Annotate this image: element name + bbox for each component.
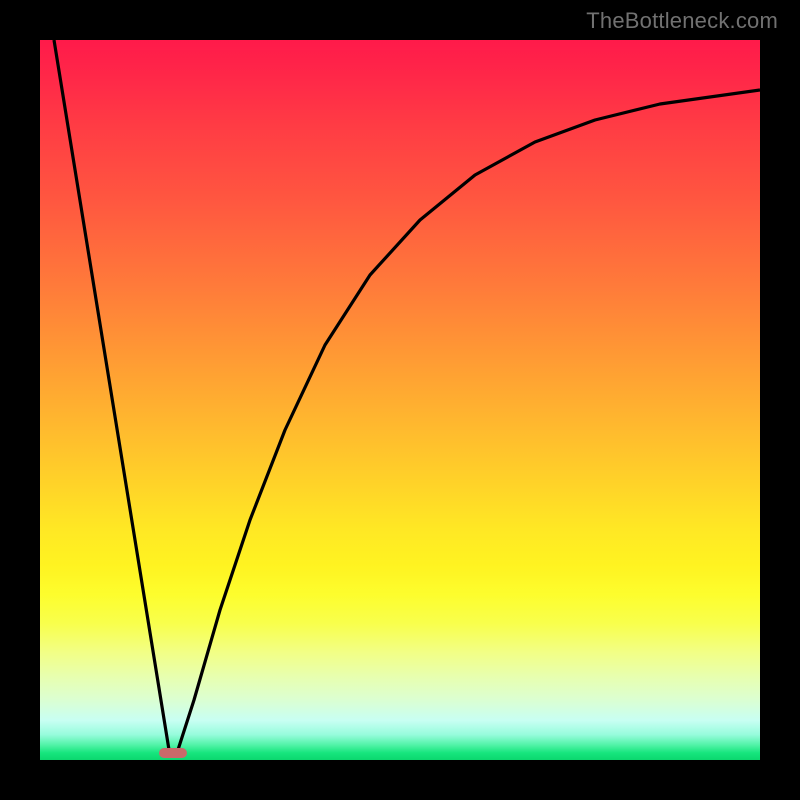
curve-layer [40,40,760,760]
optimum-marker [159,748,187,758]
plot-area [40,40,760,760]
chart-frame: TheBottleneck.com [0,0,800,800]
bottleneck-curve [54,40,760,756]
watermark-text: TheBottleneck.com [586,8,778,34]
